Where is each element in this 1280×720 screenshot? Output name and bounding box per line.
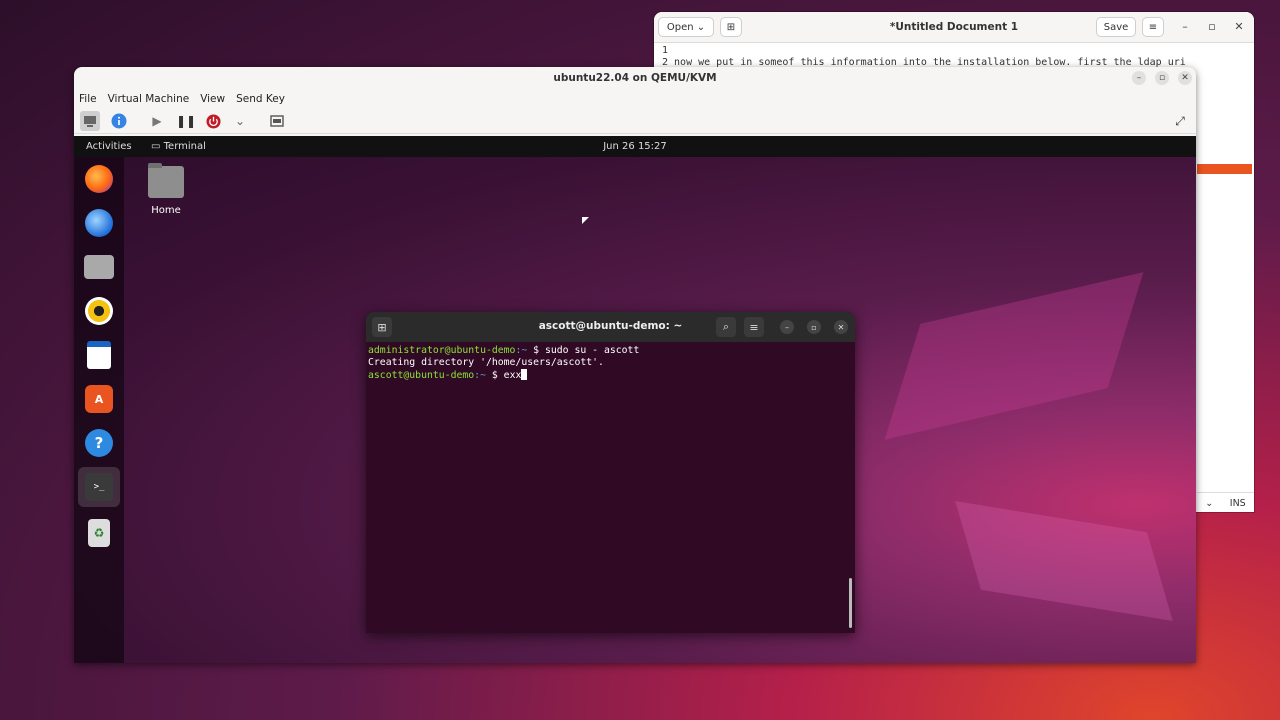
menu-file[interactable]: File — [79, 93, 97, 105]
prompt-user: ascott@ubuntu-demo — [368, 370, 475, 381]
prompt-user: administrator@ubuntu-demo — [368, 345, 516, 356]
folder-tab-shape — [148, 163, 162, 168]
trash-icon[interactable]: ♻ — [83, 517, 115, 549]
maximize-icon[interactable]: ▫ — [1155, 71, 1169, 85]
home-folder-label: Home — [151, 205, 181, 216]
menu-view[interactable]: View — [200, 93, 225, 105]
guest-desktop[interactable]: Activities ▭ Terminal Jun 26 15:27 A ? >… — [74, 136, 1196, 663]
chevron-down-icon: ⌄ — [696, 21, 706, 33]
snapshots-icon[interactable] — [267, 111, 287, 131]
chevron-down-icon[interactable]: ⌄ — [230, 111, 250, 131]
editor-statusbar: ⌄ INS — [1197, 492, 1254, 512]
menu-virtual-machine[interactable]: Virtual Machine — [108, 93, 190, 105]
terminal-line: Creating directory '/home/users/ascott'. — [368, 357, 604, 368]
menu-button[interactable]: ≡ — [1142, 17, 1164, 37]
editor-title: *Untitled Document 1 — [889, 21, 1019, 33]
mouse-pointer-icon — [582, 217, 589, 224]
maximize-icon[interactable]: ▫ — [807, 320, 821, 334]
vm-headerbar: ubuntu22.04 on QEMU/KVM – ▫ ✕ — [74, 67, 1196, 89]
power-icon[interactable] — [203, 111, 223, 131]
help-icon[interactable]: ? — [83, 427, 115, 459]
writer-icon[interactable] — [83, 339, 115, 371]
maximize-icon[interactable]: ▫ — [1205, 20, 1219, 33]
terminal-window[interactable]: ⊞ ascott@ubuntu-demo: ~ ⌕ ≡ – ▫ ✕ admini… — [366, 312, 855, 633]
editor-headerbar: Open ⌄ ⊞ *Untitled Document 1 Save ≡ – ▫… — [654, 12, 1254, 43]
minimize-icon[interactable]: – — [780, 320, 794, 334]
insert-mode-indicator: INS — [1229, 497, 1246, 509]
console-view-icon[interactable] — [80, 111, 100, 131]
close-icon[interactable]: ✕ — [834, 320, 848, 334]
vm-viewer-window: ubuntu22.04 on QEMU/KVM – ▫ ✕ File Virtu… — [74, 67, 1196, 663]
minimize-icon[interactable]: – — [1132, 71, 1146, 85]
hamburger-icon: ≡ — [1148, 21, 1158, 33]
home-folder-icon[interactable] — [148, 163, 184, 198]
close-icon[interactable]: ✕ — [1178, 71, 1192, 85]
firefox-icon[interactable] — [83, 163, 115, 195]
prompt-path: :~ — [515, 345, 528, 356]
minimize-icon[interactable]: – — [1178, 20, 1192, 33]
command-text: $ exx — [491, 370, 522, 381]
files-icon[interactable] — [83, 251, 115, 283]
wallpaper-shape — [955, 501, 1173, 621]
close-icon[interactable]: ✕ — [1232, 20, 1246, 33]
save-button[interactable]: Save — [1096, 17, 1136, 37]
dock: A ? >_ ♻ — [74, 157, 124, 663]
hamburger-icon[interactable]: ≡ — [744, 317, 764, 337]
save-label: Save — [1103, 21, 1129, 33]
text-cursor — [521, 369, 528, 380]
thunderbird-icon[interactable] — [83, 207, 115, 239]
terminal-scrollbar[interactable] — [849, 578, 852, 628]
editor-line-1: 1 — [662, 45, 669, 56]
gnome-top-bar: Activities ▭ Terminal Jun 26 15:27 — [74, 136, 1196, 157]
terminal-line: ascott@ubuntu-demo:~ $ exx — [368, 369, 853, 382]
new-tab-button[interactable]: ⊞ — [720, 17, 742, 37]
terminal-line: administrator@ubuntu-demo:~ $ sudo su - … — [368, 345, 853, 357]
pause-icon[interactable]: ❚❚ — [176, 111, 196, 131]
new-tab-icon: ⊞ — [726, 21, 736, 33]
vm-toolbar: ▶ ❚❚ ⌄ ⤢ — [74, 109, 1196, 134]
details-info-icon[interactable] — [109, 111, 129, 131]
terminal-icon[interactable]: >_ — [78, 467, 120, 507]
rhythmbox-icon[interactable] — [83, 295, 115, 327]
wallpaper-shape — [884, 272, 1144, 440]
menu-send-key[interactable]: Send Key — [236, 93, 285, 105]
run-play-icon[interactable]: ▶ — [147, 111, 167, 131]
fullscreen-icon[interactable]: ⤢ — [1170, 111, 1190, 131]
search-icon[interactable]: ⌕ — [716, 317, 736, 337]
command-text: $ sudo su - ascott — [533, 345, 640, 356]
editor-highlight-bar — [1197, 164, 1252, 174]
terminal-output[interactable]: administrator@ubuntu-demo:~ $ sudo su - … — [366, 342, 855, 385]
app-center-icon[interactable]: A — [83, 383, 115, 415]
open-label: Open — [666, 21, 694, 33]
chevron-down-icon[interactable]: ⌄ — [1205, 498, 1213, 509]
clock[interactable]: Jun 26 15:27 — [74, 141, 1196, 152]
prompt-path: :~ — [474, 370, 486, 381]
vm-menubar: File Virtual Machine View Send Key — [74, 89, 1196, 109]
terminal-headerbar: ⊞ ascott@ubuntu-demo: ~ ⌕ ≡ – ▫ ✕ — [366, 312, 855, 342]
open-button[interactable]: Open ⌄ — [658, 17, 714, 37]
vm-window-title: ubuntu22.04 on QEMU/KVM — [553, 72, 717, 84]
